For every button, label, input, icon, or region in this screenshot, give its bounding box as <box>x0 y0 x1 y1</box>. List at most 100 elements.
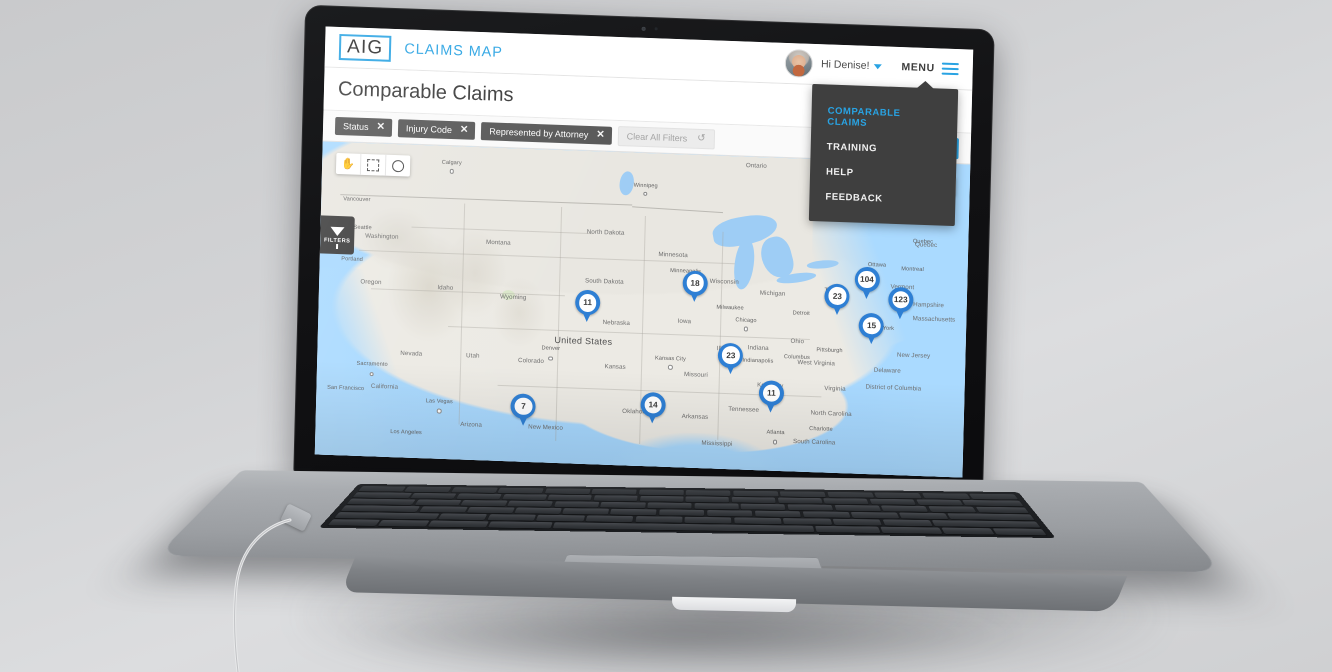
filters-side-tab[interactable]: FILTERS <box>320 215 355 254</box>
menu-item-feedback[interactable]: FEEDBACK <box>809 184 956 214</box>
laptop-lid-open-notch <box>672 597 796 613</box>
claim-marker[interactable]: 123 <box>888 287 914 313</box>
claim-marker[interactable]: 14 <box>640 392 666 418</box>
laptop-lid: AIG CLAIMS MAP Hi Denise! MENU Comparabl… <box>293 5 994 500</box>
claim-marker-count: 11 <box>762 384 780 402</box>
map-state-label-north-carolina: North Carolina <box>810 410 851 418</box>
avatar[interactable] <box>785 49 814 78</box>
claim-marker-count: 23 <box>722 346 740 364</box>
claim-marker[interactable]: 15 <box>859 313 885 339</box>
map-state-label-colorado: Colorado <box>518 357 544 365</box>
aig-logo[interactable]: AIG <box>339 34 392 63</box>
claim-marker-count: 15 <box>863 317 881 335</box>
chevron-down-icon <box>873 64 881 69</box>
map-pin-icon: 15 <box>859 313 885 339</box>
claim-marker-count: 104 <box>858 271 876 289</box>
map-city-label-sacramento: Sacramento <box>356 361 387 368</box>
map-city-label-indianapolis: Indianapolis <box>742 357 773 364</box>
power-cable <box>232 512 294 672</box>
map-state-label-north-dakota: North Dakota <box>587 228 625 236</box>
map-state-label-south-carolina: South Carolina <box>793 438 835 447</box>
keyboard-key-grid <box>328 486 1047 535</box>
map-city-label-seattle: Seattle <box>353 225 371 232</box>
menu-label: MENU <box>901 61 935 74</box>
filter-chip-status[interactable]: Status ✕ <box>335 117 392 137</box>
map-state-label-tennessee: Tennessee <box>728 405 759 413</box>
map-state-label-iowa: Iowa <box>678 318 692 325</box>
map-state-label-wisconsin: Wisconsin <box>710 278 739 286</box>
claim-marker-count: 11 <box>579 294 597 312</box>
main-menu-dropdown: COMPARABLE CLAIMS TRAINING HELP FEEDBACK <box>809 84 958 226</box>
rectangle-select-icon[interactable] <box>361 154 387 176</box>
claim-marker-count: 123 <box>892 291 910 309</box>
page-title: Comparable Claims <box>338 77 514 106</box>
map-country-label: United States <box>554 334 612 346</box>
map-city-label-denver: Denver <box>541 345 560 352</box>
hand-pan-icon[interactable]: ✋ <box>336 153 362 175</box>
map-state-label-south-dakota: South Dakota <box>585 277 624 285</box>
filter-chip-injury-code[interactable]: Injury Code ✕ <box>398 119 476 140</box>
map-city-label-los-angeles: Los Angeles <box>390 429 422 436</box>
map-state-label-new-jersey: New Jersey <box>897 351 930 359</box>
close-x-icon[interactable]: ✕ <box>596 130 605 140</box>
greeting-label: Hi Denise! <box>821 58 870 72</box>
map-city-label-winnipeg: Winnipeg <box>634 183 658 190</box>
map-state-label-indiana: Indiana <box>748 344 769 352</box>
filter-chip-label: Represented by Attorney <box>489 126 588 140</box>
clear-all-filters-label: Clear All Filters <box>627 131 688 143</box>
map-state-label-mississippi: Mississippi <box>701 439 732 447</box>
claim-marker-count: 14 <box>644 396 662 414</box>
circle-select-icon[interactable] <box>386 155 411 177</box>
funnel-filter-icon <box>330 226 344 235</box>
map-pin-icon: 104 <box>854 267 880 293</box>
map-state-label-nevada: Nevada <box>400 349 422 357</box>
map-state-label-virginia: Virginia <box>824 385 845 393</box>
claim-marker[interactable]: 7 <box>511 394 537 420</box>
map-city-label-vancouver: Vancouver <box>343 196 370 203</box>
gulf-of-mexico <box>599 430 795 478</box>
claim-marker[interactable]: 104 <box>854 267 880 293</box>
map-city-label-las-vegas: Las Vegas <box>426 398 453 405</box>
clear-all-filters-button[interactable]: Clear All Filters ↺ <box>617 126 714 149</box>
map-pin-icon: 11 <box>759 380 785 406</box>
map-city-label-pittsburgh: Pittsburgh <box>816 347 842 354</box>
claim-marker[interactable]: 11 <box>575 290 601 316</box>
claim-marker[interactable]: 23 <box>825 283 851 309</box>
claim-marker[interactable]: 18 <box>682 270 708 296</box>
filter-chip-label: Injury Code <box>406 123 452 135</box>
map-tools-group: ✋ <box>336 153 410 177</box>
claim-marker-count: 23 <box>828 287 846 305</box>
map-state-label-delaware: Delaware <box>874 366 901 374</box>
map-state-label-arizona: Arizona <box>460 421 482 429</box>
map-state-label-washington: Washington <box>365 233 399 241</box>
close-x-icon[interactable]: ✕ <box>376 122 385 132</box>
claim-marker[interactable]: 11 <box>759 380 785 406</box>
map-city-label-portland: Portland <box>341 256 363 263</box>
map-city-label-san-francisco: San Francisco <box>327 385 364 392</box>
map-state-label-wyoming: Wyoming <box>500 293 527 301</box>
map-state-label-michigan: Michigan <box>760 290 786 298</box>
filter-chip-represented-by-attorney[interactable]: Represented by Attorney ✕ <box>481 122 612 145</box>
map-pin-icon: 7 <box>511 394 537 420</box>
map-pin-icon: 14 <box>640 392 666 418</box>
map-state-label-nebraska: Nebraska <box>603 319 630 327</box>
map-city-label-chicago: Chicago <box>735 318 756 325</box>
map-pin-icon: 11 <box>575 290 601 316</box>
filter-chip-label: Status <box>343 121 369 132</box>
map-pin-icon: 18 <box>682 270 708 296</box>
map-city-label-charlotte: Charlotte <box>809 426 833 433</box>
header-right-group: Hi Denise! MENU <box>785 49 959 83</box>
webcam-module <box>614 23 686 35</box>
map-state-label-california: California <box>371 383 398 391</box>
close-x-icon[interactable]: ✕ <box>460 125 469 135</box>
webcam-indicator-icon <box>655 28 658 31</box>
map-pin-icon: 23 <box>718 342 744 368</box>
menu-button[interactable]: MENU <box>901 61 959 76</box>
map-city-label-calgary: Calgary <box>442 160 462 167</box>
user-menu-button[interactable]: Hi Denise! <box>821 58 882 72</box>
claim-marker[interactable]: 23 <box>718 342 744 368</box>
laptop-mockup-scene: AIG CLAIMS MAP Hi Denise! MENU Comparabl… <box>0 0 1332 672</box>
map-state-label-kansas: Kansas <box>604 363 625 371</box>
menu-item-comparable-claims[interactable]: COMPARABLE CLAIMS <box>811 98 958 139</box>
map-state-label-utah: Utah <box>466 352 480 359</box>
